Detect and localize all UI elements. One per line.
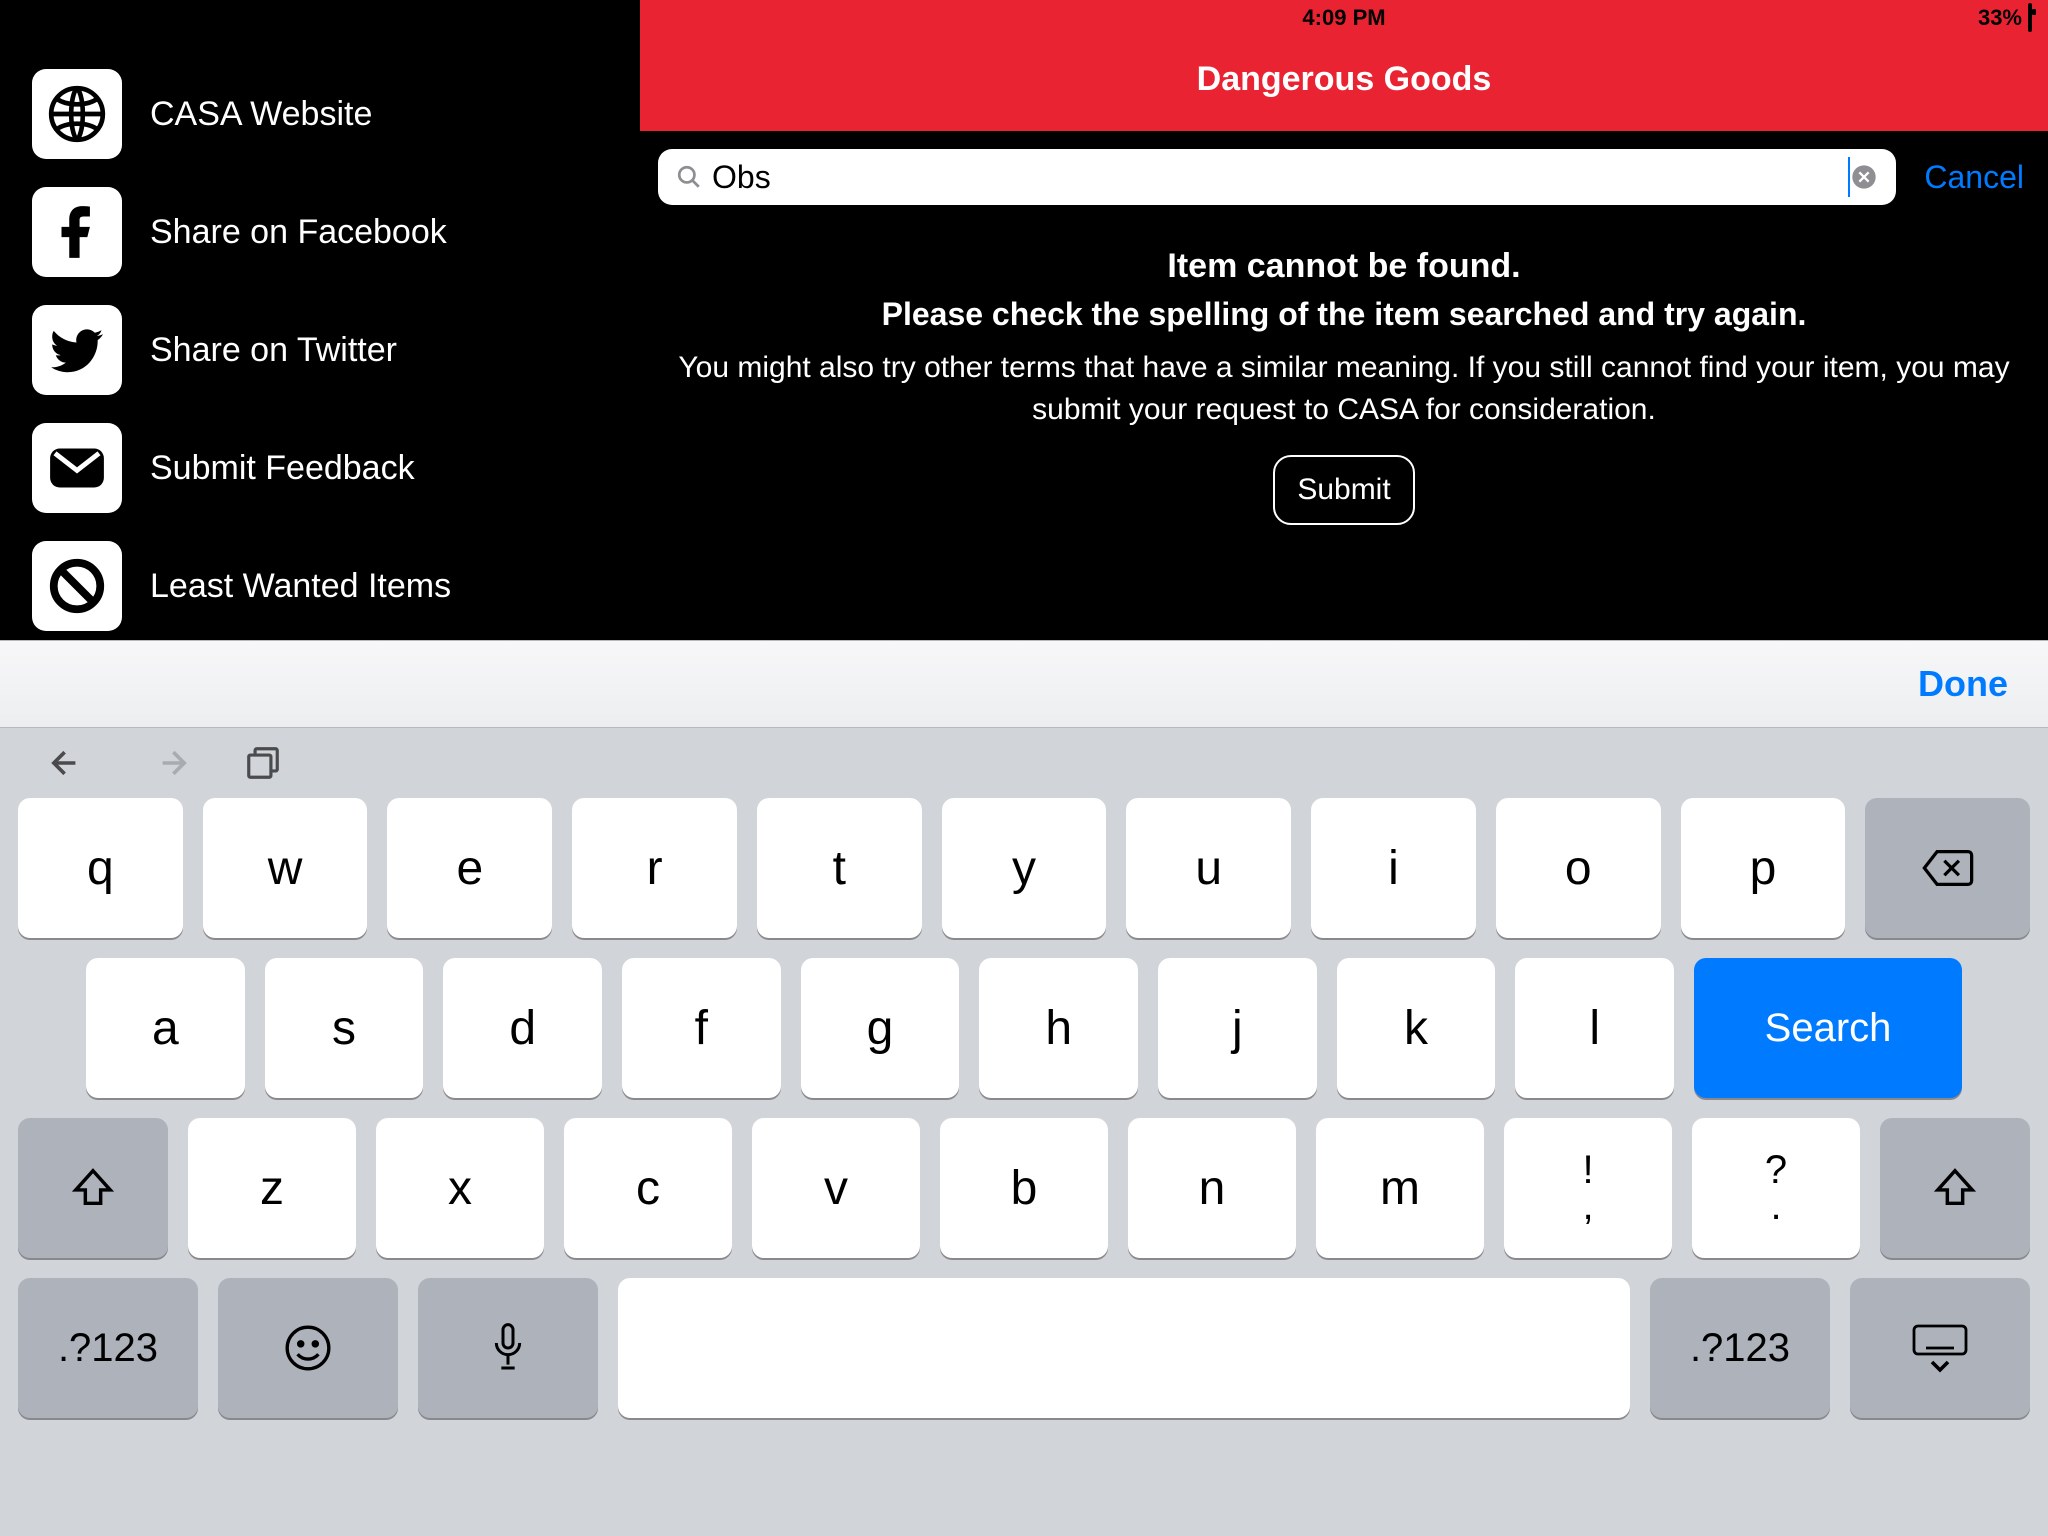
undo-icon[interactable] <box>48 745 92 781</box>
sidebar-item-label: Share on Twitter <box>150 331 397 370</box>
sidebar-item-casa-website[interactable]: CASA Website <box>32 55 640 173</box>
backspace-key[interactable] <box>1865 798 2030 938</box>
done-button[interactable]: Done <box>1918 663 2008 705</box>
facebook-icon <box>32 187 122 277</box>
main-panel: 4:09 PM 33% Dangerous Goods <box>640 0 2048 640</box>
empty-state-body: You might also try other terms that have… <box>676 347 2012 431</box>
shift-key-right[interactable] <box>1880 1118 2030 1258</box>
empty-state-subtitle: Please check the spelling of the item se… <box>676 296 2012 333</box>
empty-state: Item cannot be found. Please check the s… <box>640 223 2048 549</box>
key-e[interactable]: e <box>387 798 552 938</box>
keyboard-accessory-bar: Done <box>0 640 2048 728</box>
hide-keyboard-key[interactable] <box>1850 1278 2030 1418</box>
globe-icon <box>32 69 122 159</box>
submit-button[interactable]: Submit <box>1273 455 1414 525</box>
keyboard: qwertyuiop asdfghjklSearch zxcvbnm!,?. .… <box>0 728 2048 1536</box>
key-h[interactable]: h <box>979 958 1138 1098</box>
space-key[interactable] <box>618 1278 1630 1418</box>
punct-key-0[interactable]: !, <box>1504 1118 1672 1258</box>
sidebar: CASA Website Share on Facebook Share on … <box>0 0 640 640</box>
sidebar-item-label: Share on Facebook <box>150 213 447 252</box>
key-r[interactable]: r <box>572 798 737 938</box>
key-l[interactable]: l <box>1515 958 1674 1098</box>
key-f[interactable]: f <box>622 958 781 1098</box>
key-z[interactable]: z <box>188 1118 356 1258</box>
battery-icon <box>2028 5 2032 31</box>
key-w[interactable]: w <box>203 798 368 938</box>
key-p[interactable]: p <box>1681 798 1846 938</box>
sidebar-item-label: Least Wanted Items <box>150 567 451 606</box>
key-c[interactable]: c <box>564 1118 732 1258</box>
key-x[interactable]: x <box>376 1118 544 1258</box>
key-a[interactable]: a <box>86 958 245 1098</box>
punct-key-1[interactable]: ?. <box>1692 1118 1860 1258</box>
sidebar-item-label: Submit Feedback <box>150 449 415 488</box>
clear-icon[interactable] <box>1850 163 1878 191</box>
sidebar-item-twitter[interactable]: Share on Twitter <box>32 291 640 409</box>
empty-state-title: Item cannot be found. <box>676 247 2012 286</box>
sidebar-item-facebook[interactable]: Share on Facebook <box>32 173 640 291</box>
key-i[interactable]: i <box>1311 798 1476 938</box>
key-d[interactable]: d <box>443 958 602 1098</box>
key-m[interactable]: m <box>1316 1118 1484 1258</box>
key-y[interactable]: y <box>942 798 1107 938</box>
shift-key-left[interactable] <box>18 1118 168 1258</box>
key-k[interactable]: k <box>1337 958 1496 1098</box>
key-b[interactable]: b <box>940 1118 1108 1258</box>
key-q[interactable]: q <box>18 798 183 938</box>
dictation-key[interactable] <box>418 1278 598 1418</box>
key-o[interactable]: o <box>1496 798 1661 938</box>
mode-key-left[interactable]: .?123 <box>18 1278 198 1418</box>
key-v[interactable]: v <box>752 1118 920 1258</box>
cancel-button[interactable]: Cancel <box>1924 159 2024 196</box>
key-u[interactable]: u <box>1126 798 1291 938</box>
search-input[interactable] <box>712 157 1850 197</box>
status-bar: 4:09 PM 33% <box>640 0 2048 36</box>
key-j[interactable]: j <box>1158 958 1317 1098</box>
sidebar-item-least-wanted[interactable]: Least Wanted Items <box>32 527 640 645</box>
twitter-icon <box>32 305 122 395</box>
redo-icon <box>146 745 190 781</box>
search-icon <box>676 164 702 190</box>
status-time: 4:09 PM <box>1302 5 1385 31</box>
sidebar-item-feedback[interactable]: Submit Feedback <box>32 409 640 527</box>
page-title: Dangerous Goods <box>640 36 2048 131</box>
prohibit-icon <box>32 541 122 631</box>
search-key[interactable]: Search <box>1694 958 1962 1098</box>
mail-icon <box>32 423 122 513</box>
search-box[interactable] <box>658 149 1896 205</box>
key-s[interactable]: s <box>265 958 424 1098</box>
key-n[interactable]: n <box>1128 1118 1296 1258</box>
mode-key-right[interactable]: .?123 <box>1650 1278 1830 1418</box>
clipboard-icon[interactable] <box>244 744 282 782</box>
key-g[interactable]: g <box>801 958 960 1098</box>
emoji-key[interactable] <box>218 1278 398 1418</box>
key-t[interactable]: t <box>757 798 922 938</box>
battery-percent: 33% <box>1978 5 2022 31</box>
sidebar-item-label: CASA Website <box>150 95 372 134</box>
